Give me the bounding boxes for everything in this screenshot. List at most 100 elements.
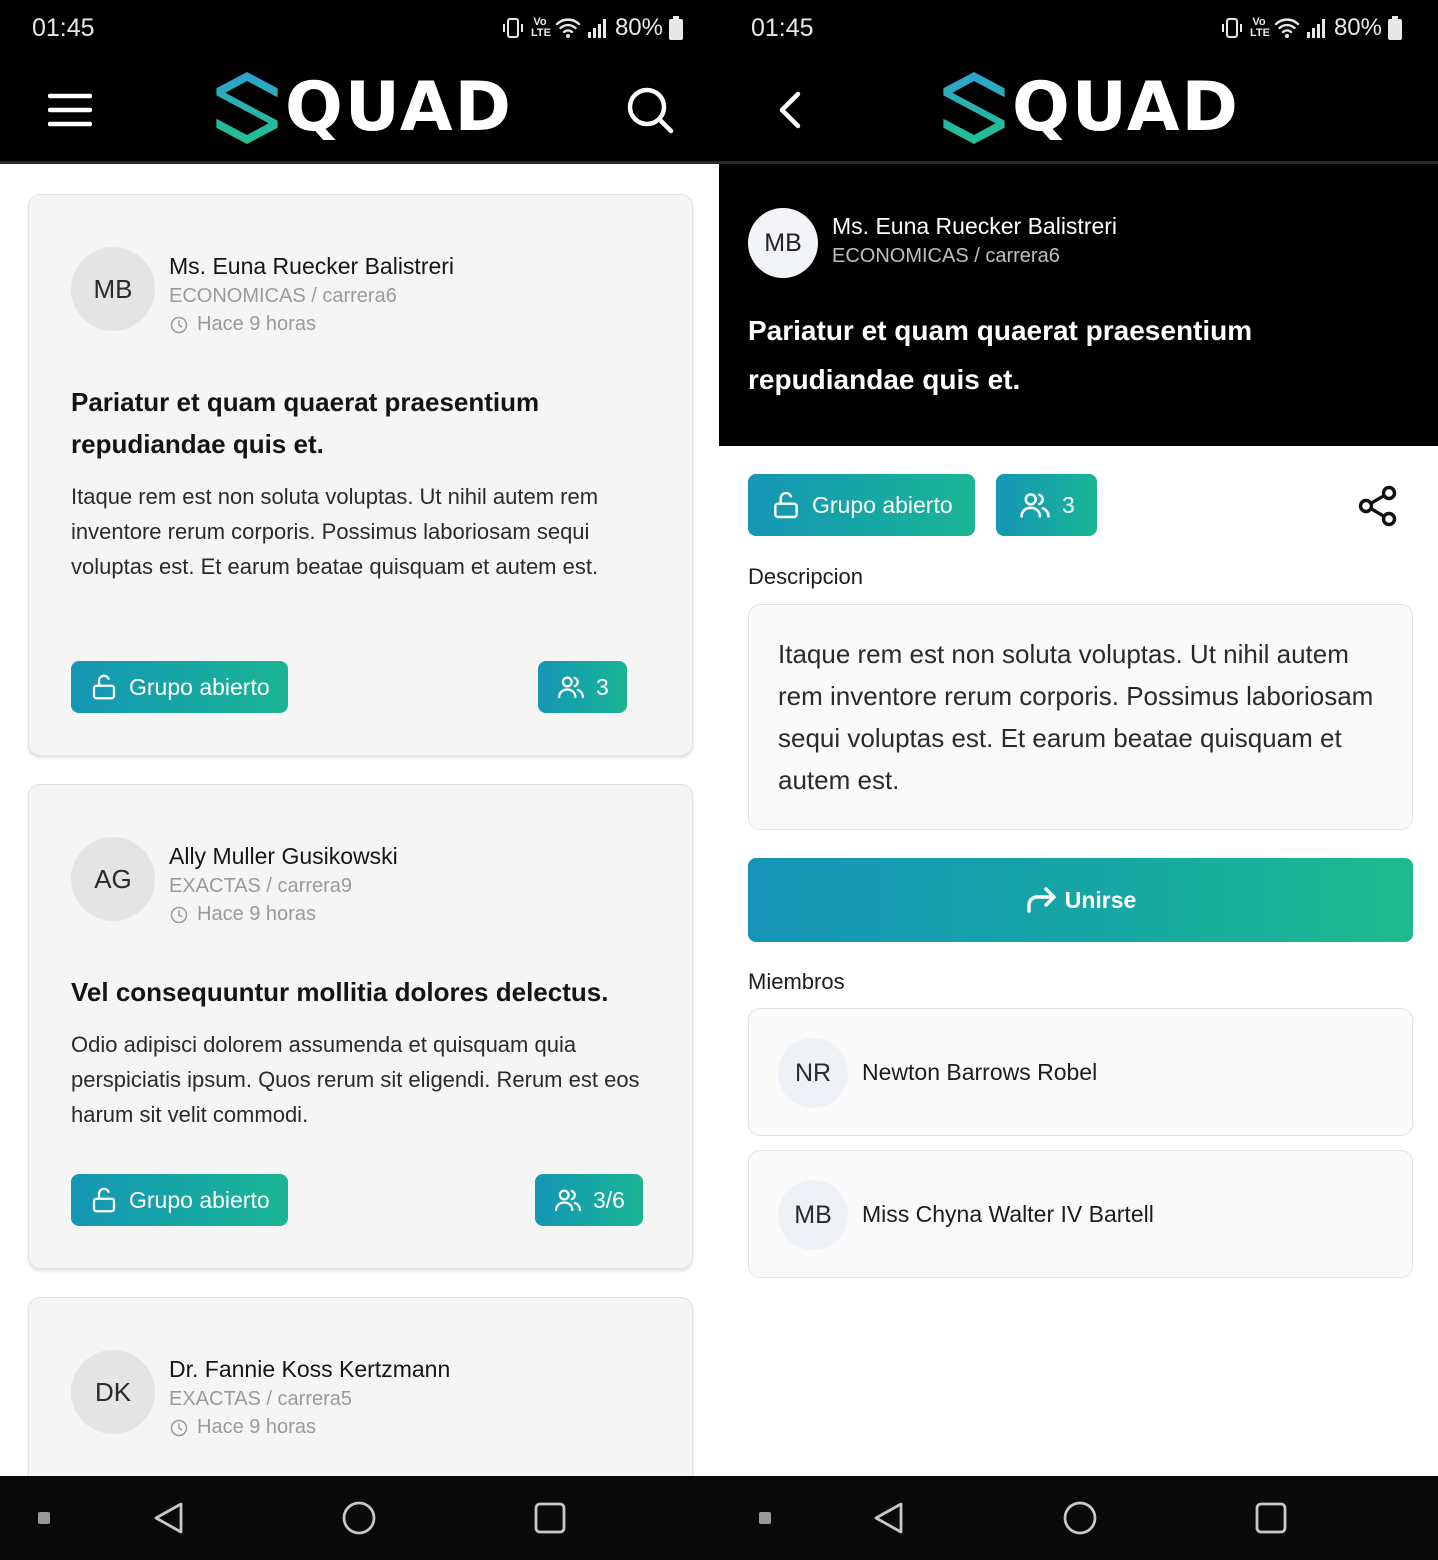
avatar: MB [748,208,818,278]
volte-bottom: LTE [1249,27,1270,39]
volte-icon: Vo LTE [530,17,551,39]
share-forward-icon [1027,887,1056,913]
clock-icon [169,905,189,925]
group-title: Pariatur et quam quaerat praesentium rep… [748,315,1253,395]
chevron-left-icon [779,91,801,129]
clock-icon [169,315,189,335]
avatar: MB [778,1180,848,1250]
group-career: ECONOMICAS / carrera6 [832,245,1060,267]
volte-bottom: LTE [530,27,551,39]
post-body: Itaque rem est non soluta voluptas. Ut n… [71,484,599,579]
post-feed: MB Ms. Euna Ruecker Balistreri ECONOMICA… [0,164,719,1476]
app-bar: QUAD [719,56,1438,164]
triangle-back-icon [154,1502,183,1534]
battery-icon [669,16,683,40]
status-bar: 01:45 Vo LTE 80% [0,0,719,56]
users-icon [553,1185,583,1215]
member-item[interactable]: MB Miss Chyna Walter IV Bartell [748,1150,1413,1278]
member-item[interactable]: NR Newton Barrows Robel [748,1008,1413,1136]
post-body: Odio adipisci dolorem assumenda et quisq… [71,1032,640,1127]
signal-icon [587,19,606,38]
hamburger-icon [48,93,92,127]
post-author: Ally Muller Gusikowski [169,843,398,869]
post-time-text: Hace 9 horas [197,313,316,335]
nav-small-square-button[interactable] [745,1498,785,1538]
circle-home-icon [1063,1501,1097,1535]
nav-recents-button[interactable] [1251,1498,1291,1538]
users-icon [1018,488,1052,522]
group-status-label: Grupo abierto [129,673,270,700]
post-card[interactable]: MB Ms. Euna Ruecker Balistreri ECONOMICA… [28,194,693,756]
post-career: EXACTAS / carrera9 [169,875,353,897]
post-time: Hace 9 horas [169,903,316,926]
squad-logo: QUAD [211,70,513,146]
post-time: Hace 9 horas [169,1416,316,1439]
clock-icon [169,1418,189,1438]
status-time: 01:45 [751,14,814,42]
small-square-icon [759,1512,771,1524]
battery-percent: 80% [1333,14,1382,41]
post-time-text: Hace 9 horas [197,1416,316,1438]
group-status-chip[interactable]: Grupo abierto [71,1174,288,1226]
status-time: 01:45 [32,14,95,42]
members-chip[interactable]: 3/6 [535,1174,643,1226]
group-author: Ms. Euna Ruecker Balistreri [832,213,1118,239]
squad-logo: QUAD [938,70,1240,146]
logo-s-icon [938,70,1010,146]
nav-recents-button[interactable] [530,1498,570,1538]
nav-back-button[interactable] [868,1498,908,1538]
members-chip[interactable]: 3 [538,661,627,713]
lock-open-icon [770,489,802,521]
post-career: ECONOMICAS / carrera6 [169,285,397,307]
avatar: DK [71,1350,155,1434]
vibrate-icon [1221,18,1242,38]
share-button[interactable] [1356,484,1400,528]
post-title: Vel consequuntur mollitia dolores delect… [71,977,609,1007]
share-icon [1358,485,1397,527]
status-bar: 01:45 Vo LTE 80% [719,0,1438,56]
members-count: 3 [596,673,609,700]
logo-s-icon [211,70,283,146]
description-label: Descripcion [748,564,863,589]
back-button[interactable] [765,84,817,136]
status-icons: Vo LTE 80% [1220,14,1402,42]
join-label: Unirse [1064,886,1137,913]
feed-screen: 01:45 Vo LTE 80% QUAD MB Ms. Euna Ruecker… [0,0,719,1560]
member-name: Newton Barrows Robel [862,1059,1098,1085]
members-count: 3 [1062,491,1075,518]
group-detail-screen: 01:45 Vo LTE 80% QUAD MB Ms. Euna Ruecker… [719,0,1438,1560]
search-icon [627,87,674,134]
group-status-label: Grupo abierto [129,1186,270,1213]
wifi-icon [555,18,581,38]
members-label: Miembros [748,969,845,994]
volte-icon: Vo LTE [1249,17,1270,39]
system-nav-bar [0,1476,719,1560]
post-card[interactable]: AG Ally Muller Gusikowski EXACTAS / carr… [28,784,693,1269]
menu-button[interactable] [44,84,96,136]
group-status-chip[interactable]: Grupo abierto [748,474,975,536]
group-status-chip[interactable]: Grupo abierto [71,661,288,713]
search-button[interactable] [624,84,676,136]
post-time: Hace 9 horas [169,313,316,336]
small-square-icon [38,1512,50,1524]
join-button[interactable]: Unirse [748,858,1413,942]
avatar: NR [778,1038,848,1108]
post-card[interactable]: DK Dr. Fannie Koss Kertzmann EXACTAS / c… [28,1297,693,1476]
circle-home-icon [342,1501,376,1535]
lock-open-icon [89,672,119,702]
logo-text: QUAD [285,68,514,147]
lock-open-icon [89,1185,119,1215]
avatar: MB [71,247,155,331]
nav-back-button[interactable] [148,1498,188,1538]
group-status-label: Grupo abierto [812,491,953,518]
nav-home-button[interactable] [339,1498,379,1538]
nav-home-button[interactable] [1060,1498,1100,1538]
members-chip[interactable]: 3 [996,474,1097,536]
post-author: Ms. Euna Ruecker Balistreri [169,253,455,279]
nav-small-square-button[interactable] [24,1498,64,1538]
wifi-icon [1274,18,1300,38]
post-title: Pariatur et quam quaerat praesentium rep… [71,387,540,459]
post-author: Dr. Fannie Koss Kertzmann [169,1356,451,1382]
avatar: AG [71,837,155,921]
group-header: MB Ms. Euna Ruecker Balistreri ECONOMICA… [719,164,1438,446]
